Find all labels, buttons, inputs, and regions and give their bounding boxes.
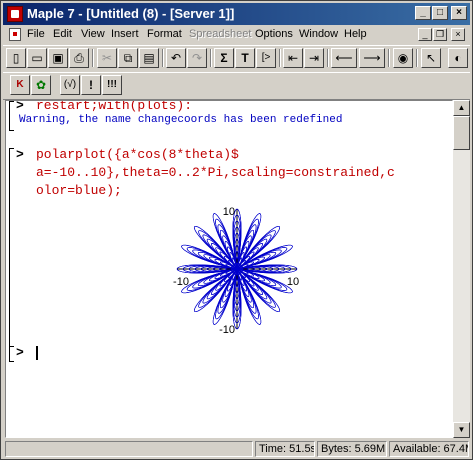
minimize-button[interactable]: _	[415, 6, 431, 20]
menu-format[interactable]: Format	[147, 28, 182, 40]
status-available: Available: 67.4M	[389, 441, 469, 457]
status-time: Time: 51.5s	[255, 441, 315, 457]
status-message	[5, 441, 253, 457]
cut-icon[interactable]: ✂	[97, 48, 117, 68]
worksheet[interactable]: > restart;with(plots): Warning, the name…	[5, 100, 453, 438]
input-line[interactable]: restart;with(plots):	[36, 101, 192, 113]
input-prompt: >	[16, 100, 24, 113]
status-bytes: Bytes: 5.69M	[317, 441, 387, 457]
toolbar-separator	[388, 49, 390, 67]
input-prompt: >	[16, 345, 24, 360]
forward-arrow-icon[interactable]: ⟶	[359, 48, 385, 68]
execution-group-bracket[interactable]	[9, 148, 14, 347]
maximize-button[interactable]: □	[432, 6, 448, 20]
context-toolbar: K ✿ (√) ! !!!	[3, 72, 470, 100]
open-file-icon[interactable]: ▭	[27, 48, 47, 68]
text-t-icon[interactable]: T	[235, 48, 255, 68]
menu-spreadsheet: Spreadsheet	[189, 28, 252, 40]
copy-icon[interactable]: ⧉	[118, 48, 138, 68]
window-title: Maple 7 - [Untitled (8) - [Server 1]]	[27, 6, 235, 21]
menu-help[interactable]: Help	[344, 28, 367, 40]
sqrt-button[interactable]: (√)	[60, 75, 80, 95]
toolbar-separator	[327, 49, 329, 67]
title-bar[interactable]: Maple 7 - [Untitled (8) - [Server 1]] _ …	[3, 3, 470, 25]
input-prompt: >	[16, 147, 24, 162]
insert-prompt-icon[interactable]: [>	[256, 48, 276, 68]
context-k-button[interactable]: K	[10, 75, 30, 95]
menu-window[interactable]: Window	[299, 28, 338, 40]
menu-insert[interactable]: Insert	[111, 28, 139, 40]
menu-options[interactable]: Options	[255, 28, 293, 40]
doc-restore-button[interactable]: ❐	[433, 28, 447, 41]
toolbar-separator	[162, 49, 164, 67]
menu-bar: File Edit View Insert Format Spreadsheet…	[3, 26, 470, 44]
print-icon[interactable]: ⎙	[69, 48, 89, 68]
execute-button[interactable]: !	[81, 75, 101, 95]
restart-icon[interactable]: ◐	[448, 48, 468, 68]
toolbar-separator	[279, 49, 281, 67]
redo-icon[interactable]: ↷	[187, 48, 207, 68]
scroll-thumb[interactable]	[453, 116, 470, 150]
status-bar: Time: 51.5s Bytes: 5.69M Available: 67.4…	[3, 440, 470, 458]
indent-icon[interactable]: ⇥	[304, 48, 324, 68]
toolbar-separator	[210, 49, 212, 67]
execute-all-button[interactable]: !!!	[102, 75, 122, 95]
close-button[interactable]: ×	[451, 6, 467, 20]
input-line[interactable]: polarplot({a*cos(8*theta)$	[36, 147, 239, 162]
input-line[interactable]: a=-10..10},theta=0..2*Pi,scaling=constra…	[36, 165, 395, 180]
warning-output: Warning, the name changecoords has been …	[19, 114, 343, 126]
back-arrow-icon[interactable]: ⟵	[331, 48, 357, 68]
document-system-icon[interactable]	[9, 28, 21, 41]
plot-curves	[176, 208, 298, 330]
menu-file[interactable]: File	[27, 28, 45, 40]
outdent-icon[interactable]: ⇤	[283, 48, 303, 68]
x-min-tick-label: -10	[173, 276, 189, 288]
menu-edit[interactable]: Edit	[53, 28, 72, 40]
y-max-tick-label: 10	[223, 206, 235, 218]
menu-view[interactable]: View	[81, 28, 105, 40]
vertical-scrollbar[interactable]: ▲ ▼	[453, 100, 470, 438]
maple-app-icon[interactable]	[7, 6, 23, 22]
toolbar-separator	[92, 49, 94, 67]
paste-icon[interactable]: ▤	[139, 48, 159, 68]
input-line[interactable]: olor=blue);	[36, 183, 122, 198]
scroll-down-button[interactable]: ▼	[453, 422, 470, 438]
maple-leaf-icon[interactable]: ✿	[31, 75, 51, 95]
main-toolbar: ▯ ▭ ▣ ⎙ ✂ ⧉ ▤ ↶ ↷ Σ T [> ⇤ ⇥ ⟵ ⟶ ◉ ↖ ◐	[3, 45, 470, 73]
scroll-up-button[interactable]: ▲	[453, 100, 470, 116]
stop-icon[interactable]: ◉	[393, 48, 413, 68]
polar-plot[interactable]: -10 10 10 -10	[166, 205, 306, 341]
doc-minimize-button[interactable]: _	[418, 28, 432, 41]
doc-close-button[interactable]: ×	[451, 28, 465, 41]
y-min-tick-label: -10	[219, 324, 235, 336]
undo-icon[interactable]: ↶	[166, 48, 186, 68]
toolbar-separator	[416, 49, 418, 67]
text-cursor	[36, 346, 38, 360]
zoom-icon[interactable]: ↖	[421, 48, 441, 68]
sigma-icon[interactable]: Σ	[214, 48, 234, 68]
save-icon[interactable]: ▣	[48, 48, 68, 68]
execution-group-bracket[interactable]	[9, 101, 14, 131]
x-max-tick-label: 10	[287, 276, 299, 288]
execution-group-bracket[interactable]	[9, 346, 14, 362]
maple-window: Maple 7 - [Untitled (8) - [Server 1]] _ …	[0, 0, 473, 460]
new-file-icon[interactable]: ▯	[6, 48, 26, 68]
